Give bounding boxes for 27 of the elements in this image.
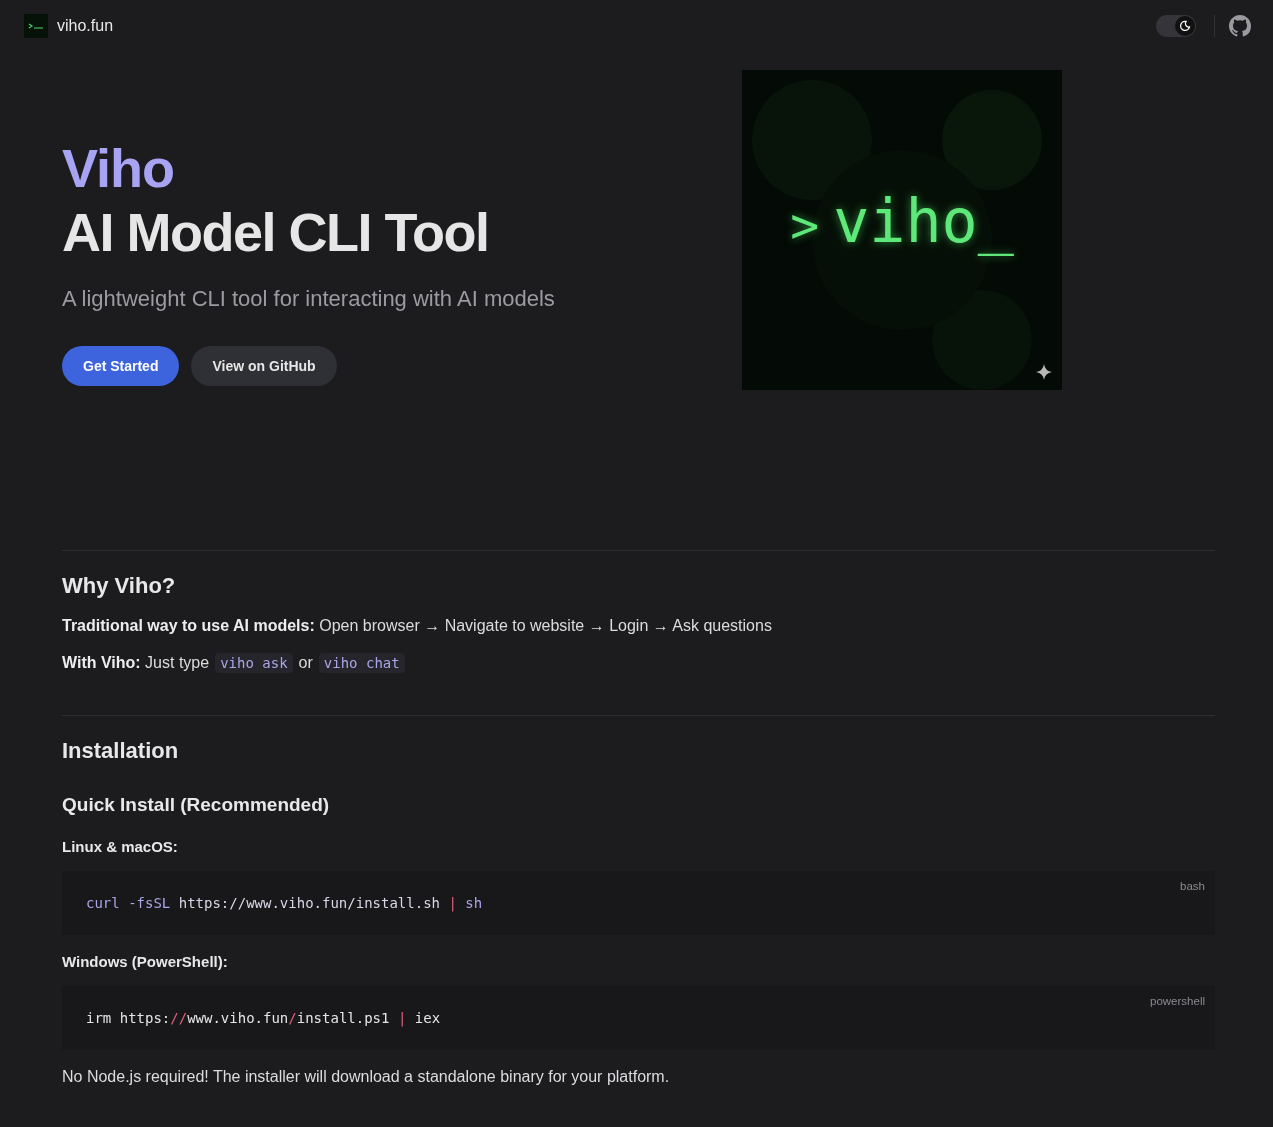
language-label: powershell — [1150, 995, 1205, 1007]
conjunction-text: or — [298, 654, 313, 672]
get-started-button[interactable]: Get Started — [62, 346, 180, 386]
inline-code: viho chat — [318, 653, 405, 673]
logo-icon[interactable] — [24, 14, 48, 38]
hero-brand: Viho — [62, 137, 175, 200]
github-icon[interactable] — [1229, 15, 1251, 37]
site-name[interactable]: viho.fun — [57, 17, 114, 35]
terminal-prompt-text: > viho_ — [790, 186, 1014, 256]
subsection-heading: Quick Install (Recommended) — [62, 794, 331, 816]
hero-subtitle: A lightweight CLI tool for interacting with AI models — [62, 286, 555, 312]
language-label: bash — [1180, 880, 1205, 892]
code-line: curl -fsSL https://www.viho.fun/install.sh | sh — [86, 895, 483, 911]
section-heading: Installation — [62, 738, 180, 764]
inline-code: viho ask — [215, 653, 293, 673]
section-heading: Why Viho? — [62, 573, 177, 599]
github-button[interactable]: View on GitHub — [191, 346, 337, 386]
code-line: irm https://www.viho.fun/install.ps1 | iex — [86, 1010, 441, 1026]
platform-label: Windows (PowerShell): — [62, 953, 229, 970]
theme-toggle[interactable] — [1156, 15, 1196, 37]
sparkle-icon — [1036, 364, 1052, 380]
moon-icon — [1179, 20, 1191, 32]
traditional-description: Traditional way to use AI models: Open browser → Navigate to website → Login → Ask questions — [62, 617, 773, 635]
viho-description: With Viho: Just type — [62, 654, 210, 672]
hero-title: AI Model CLI Tool — [62, 201, 490, 264]
platform-label: Linux & macOS: — [62, 838, 179, 855]
install-note: No Node.js required! The installer will download a standalone binary for your platform. — [62, 1068, 671, 1086]
